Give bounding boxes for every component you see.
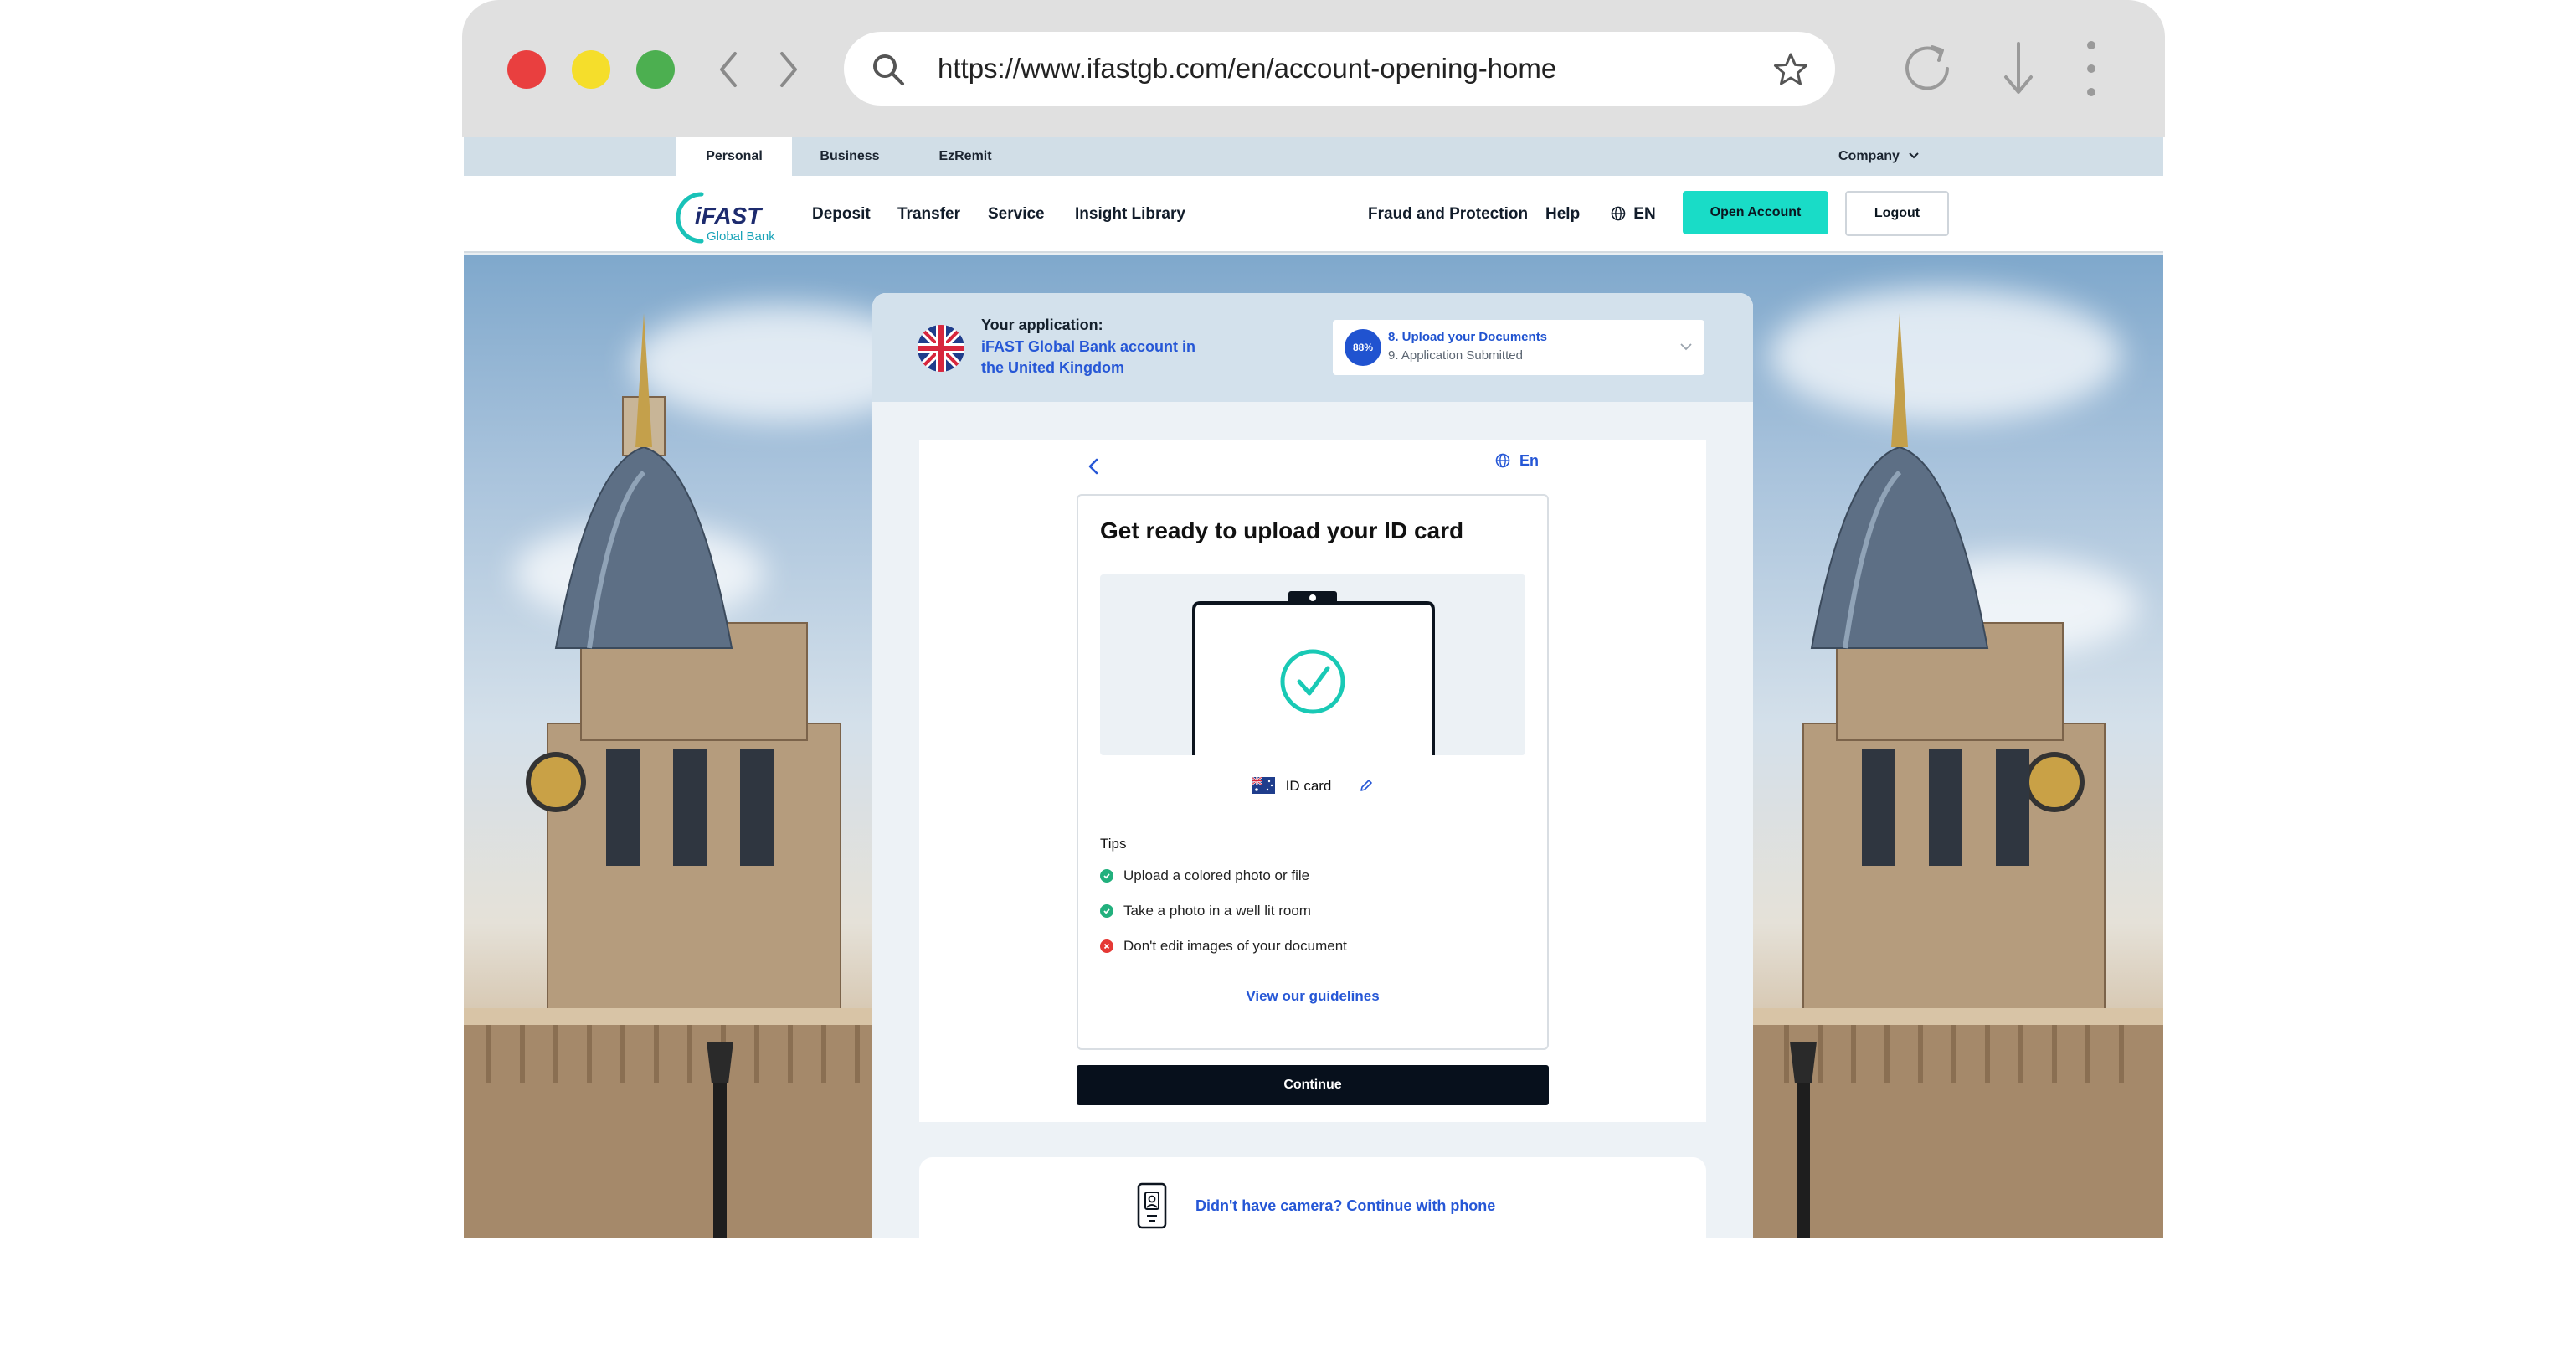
tab-ezremit[interactable]: EzRemit	[908, 137, 1023, 176]
star-icon[interactable]	[1771, 50, 1810, 89]
application-name: iFAST Global Bank account in the United …	[981, 338, 1196, 376]
id-upload-instructions: Get ready to upload your ID card ID card…	[1077, 494, 1549, 1050]
hero-background: Your application: iFAST Global Bank acco…	[464, 255, 2163, 1238]
address-bar[interactable]: https://www.ifastgb.com/en/account-openi…	[844, 32, 1835, 106]
ifast-logo[interactable]: iFAST Global Bank	[676, 189, 785, 244]
browser-window: https://www.ifastgb.com/en/account-openi…	[462, 0, 2165, 1238]
globe-icon	[1611, 206, 1626, 221]
minimize-window-button[interactable]	[572, 50, 610, 89]
document-type-label: ID card	[1285, 778, 1332, 794]
logo-text: iFAST	[695, 203, 762, 229]
language-label: EN	[1633, 205, 1656, 223]
next-step: 9. Application Submitted	[1388, 348, 1523, 363]
forward-icon[interactable]	[772, 45, 805, 94]
upload-title: Get ready to upload your ID card	[1100, 517, 1464, 543]
screenshot-canvas: https://www.ifastgb.com/en/account-openi…	[0, 0, 2576, 1364]
nav-deposit[interactable]: Deposit	[812, 176, 871, 253]
upload-step-area: En Get ready to upload your ID card ID c…	[872, 402, 1753, 1238]
segment-bar: Personal Business EzRemit Company	[464, 137, 2163, 176]
tips-heading: Tips	[1100, 836, 1127, 852]
nav-insight-library[interactable]: Insight Library	[1075, 176, 1185, 253]
continue-with-phone-card[interactable]: Didn't have camera? Continue with phone	[919, 1157, 1706, 1238]
tip-item: Take a photo in a well lit room	[1100, 903, 1311, 919]
view-guidelines-link[interactable]: View our guidelines	[1078, 988, 1547, 1005]
company-label: Company	[1838, 149, 1900, 163]
tip-text: Upload a colored photo or file	[1123, 867, 1310, 883]
logo-subtext: Global Bank	[707, 229, 775, 244]
url-text[interactable]: https://www.ifastgb.com/en/account-openi…	[938, 32, 1556, 106]
upload-language-selector[interactable]: En	[1495, 452, 1539, 470]
nav-transfer[interactable]: Transfer	[897, 176, 960, 253]
progress-percent-badge: 88%	[1345, 329, 1381, 366]
globe-icon	[1495, 453, 1510, 468]
current-step: 8. Upload your Documents	[1388, 330, 1548, 344]
upload-language-label: En	[1519, 452, 1540, 469]
back-icon[interactable]	[712, 45, 745, 94]
document-type-row: ID card	[1078, 776, 1547, 795]
website-viewport: Personal Business EzRemit Company iFAST …	[464, 137, 2163, 1238]
language-selector[interactable]: EN	[1611, 176, 1656, 253]
main-navigation: iFAST Global Bank Deposit Transfer Servi…	[464, 176, 2163, 253]
nav-help[interactable]: Help	[1545, 176, 1580, 253]
nav-service[interactable]: Service	[988, 176, 1045, 253]
tip-text: Don't edit images of your document	[1123, 938, 1347, 954]
open-account-button[interactable]: Open Account	[1683, 191, 1828, 234]
continue-button[interactable]: Continue	[1077, 1065, 1549, 1105]
application-progress-dropdown[interactable]: 88% 8. Upload your Documents 9. Applicat…	[1333, 320, 1704, 375]
australia-flag-icon	[1251, 776, 1275, 794]
cross-circle-icon	[1100, 939, 1113, 953]
application-label: Your application:	[981, 317, 1103, 333]
continue-with-phone-link[interactable]: Didn't have camera? Continue with phone	[1195, 1197, 1495, 1215]
close-window-button[interactable]	[507, 50, 546, 89]
search-icon	[873, 54, 904, 85]
check-circle-icon	[1100, 869, 1113, 883]
download-icon[interactable]	[1998, 37, 2039, 100]
application-header: Your application: iFAST Global Bank acco…	[872, 293, 1753, 402]
tab-personal[interactable]: Personal	[676, 137, 792, 176]
document-check-icon	[1192, 591, 1435, 755]
browser-toolbar: https://www.ifastgb.com/en/account-openi…	[462, 0, 2165, 137]
logout-button[interactable]: Logout	[1845, 191, 1949, 236]
check-circle-icon	[1100, 904, 1113, 918]
tip-item: Don't edit images of your document	[1100, 938, 1347, 955]
reload-icon[interactable]	[1895, 37, 1959, 100]
edit-pencil-icon[interactable]	[1359, 778, 1374, 793]
nav-fraud-and-protection[interactable]: Fraud and Protection	[1368, 176, 1528, 253]
company-menu[interactable]: Company	[1838, 137, 1920, 176]
uk-flag-icon	[918, 325, 964, 372]
chevron-down-icon	[1909, 152, 1920, 159]
tip-item: Upload a colored photo or file	[1100, 867, 1309, 884]
upload-step-card: En Get ready to upload your ID card ID c…	[919, 440, 1706, 1122]
id-card-illustration	[1100, 574, 1525, 755]
maximize-window-button[interactable]	[636, 50, 675, 89]
application-panel: Your application: iFAST Global Bank acco…	[872, 293, 1753, 1238]
tab-business[interactable]: Business	[792, 137, 908, 176]
menu-icon[interactable]	[2083, 37, 2100, 100]
tip-text: Take a photo in a well lit room	[1123, 903, 1311, 919]
back-arrow-icon[interactable]	[1087, 457, 1100, 476]
chevron-down-icon	[1680, 343, 1692, 351]
phone-id-icon	[1137, 1182, 1167, 1229]
